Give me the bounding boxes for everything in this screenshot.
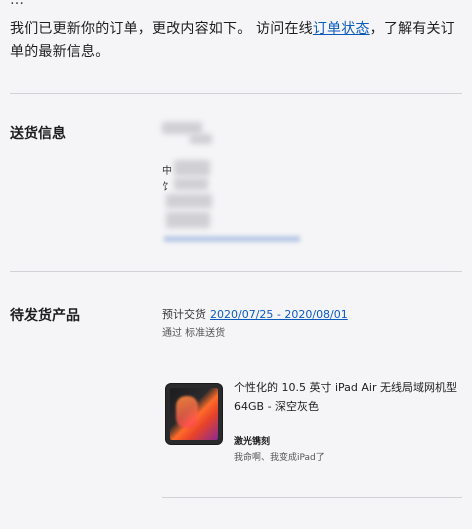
intro-message: 我们已更新你的订单，更改内容如下。 访问在线订单状态，了解有关订单的最新信息。 — [10, 18, 460, 64]
delivery-label: 预计交货 — [162, 308, 206, 321]
intro-text-before: 我们已更新你的订单，更改内容如下。 访问在线 — [10, 21, 313, 37]
ipad-icon — [166, 384, 222, 444]
divider — [10, 93, 462, 94]
order-update-page: … 我们已更新你的订单，更改内容如下。 访问在线订单状态，了解有关订单的最新信息… — [0, 0, 472, 529]
divider — [162, 497, 462, 498]
blurred-email-link — [164, 236, 300, 242]
divider — [10, 271, 462, 272]
product-title: 个性化的 10.5 英寸 iPad Air 无线局域网机型 64GB - 深空灰… — [234, 381, 457, 413]
shipping-method: 通过 标准送货 — [162, 328, 226, 339]
engraving-label: 激光镌刻 — [234, 437, 271, 447]
product-image — [166, 384, 226, 446]
engraving-text: 我命啊、我变成iPad了 — [234, 453, 325, 463]
shipping-address-blurred: 中 饣 — [160, 120, 320, 250]
shipping-info-label: 送货信息 — [10, 126, 66, 142]
order-status-link[interactable]: 订单状态 — [313, 21, 370, 37]
delivery-range-link[interactable]: 2020/07/25 - 2020/08/01 — [210, 308, 348, 321]
cut-off-header-line: … — [10, 0, 24, 8]
address-fragment: 中 — [162, 166, 172, 177]
address-fragment: 饣 — [162, 182, 172, 193]
estimated-delivery: 预计交货 2020/07/25 - 2020/08/01 — [162, 306, 348, 322]
pending-products-label: 待发货产品 — [10, 308, 80, 324]
